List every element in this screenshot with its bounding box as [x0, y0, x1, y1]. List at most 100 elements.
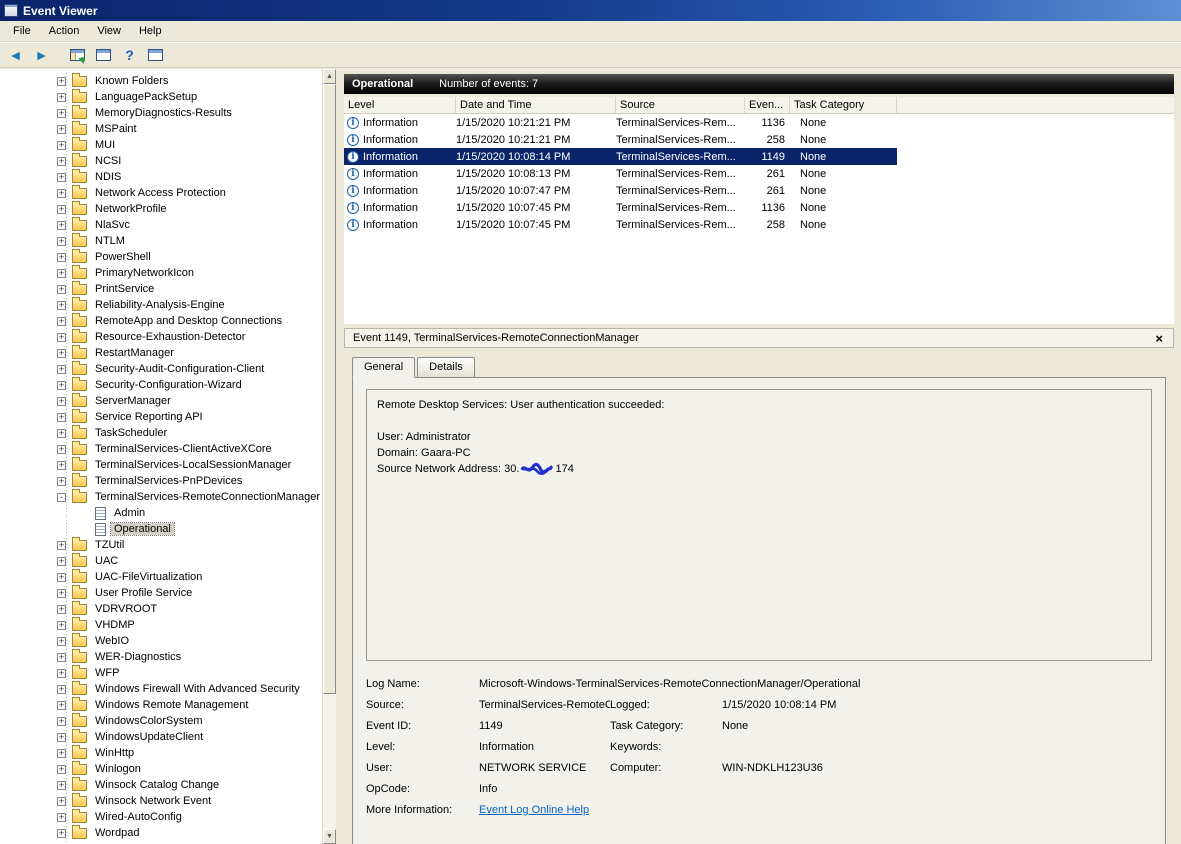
tree-item[interactable]: + PrimaryNetworkIcon	[0, 265, 322, 281]
expand-toggle-icon[interactable]: +	[57, 749, 66, 758]
expand-toggle-icon[interactable]: +	[57, 253, 66, 262]
expand-toggle-icon[interactable]: +	[57, 397, 66, 406]
expand-toggle-icon[interactable]: +	[57, 237, 66, 246]
tree-item[interactable]: + Security-Configuration-Wizard	[0, 377, 322, 393]
tree-item[interactable]: + TerminalServices-LocalSessionManager	[0, 457, 322, 473]
tree-item[interactable]: + Wired-AutoConfig	[0, 809, 322, 825]
tree-item[interactable]: + TerminalServices-PnPDevices	[0, 473, 322, 489]
tree-item[interactable]: + Wordpad	[0, 825, 322, 841]
properties-button[interactable]	[92, 44, 115, 66]
tree-item[interactable]: + PrintService	[0, 281, 322, 297]
expand-toggle-icon[interactable]: +	[57, 637, 66, 646]
tree-item[interactable]: - TerminalServices-RemoteConnectionManag…	[0, 489, 322, 505]
column-header-date[interactable]: Date and Time	[456, 97, 616, 113]
expand-toggle-icon[interactable]: +	[57, 125, 66, 134]
tree-item[interactable]: Admin	[0, 505, 322, 521]
column-header-task-category[interactable]: Task Category	[790, 97, 897, 113]
event-row[interactable]: Information 1/15/2020 10:08:13 PM Termin…	[344, 165, 897, 182]
expand-toggle-icon[interactable]: +	[57, 669, 66, 678]
tab-details[interactable]: Details	[417, 357, 475, 377]
event-log-online-help-link[interactable]: Event Log Online Help	[479, 804, 589, 816]
tree-item[interactable]: + WindowsUpdateClient	[0, 729, 322, 745]
tree-item[interactable]: + Winsock Network Event	[0, 793, 322, 809]
tree-item[interactable]: + RemoteApp and Desktop Connections	[0, 313, 322, 329]
tree-item[interactable]: + Windows Remote Management	[0, 697, 322, 713]
tree-item[interactable]: + UAC-FileVirtualization	[0, 569, 322, 585]
back-button[interactable]: ◄	[4, 44, 27, 66]
scroll-thumb[interactable]	[323, 84, 336, 694]
expand-toggle-icon[interactable]	[80, 525, 89, 534]
expand-toggle-icon[interactable]: +	[57, 333, 66, 342]
expand-toggle-icon[interactable]: +	[57, 189, 66, 198]
tree-item[interactable]: + UAC	[0, 553, 322, 569]
tree-item[interactable]: + Winsock Catalog Change	[0, 777, 322, 793]
tree-item[interactable]: + WFP	[0, 665, 322, 681]
tree-item[interactable]: + ServerManager	[0, 393, 322, 409]
tree-item[interactable]: + WebIO	[0, 633, 322, 649]
expand-toggle-icon[interactable]: +	[57, 381, 66, 390]
expand-toggle-icon[interactable]	[80, 509, 89, 518]
event-row[interactable]: Information 1/15/2020 10:07:45 PM Termin…	[344, 216, 897, 233]
tree-item[interactable]: + LanguagePackSetup	[0, 89, 322, 105]
tree-item[interactable]: + MUI	[0, 137, 322, 153]
expand-toggle-icon[interactable]: +	[57, 461, 66, 470]
tree-item[interactable]: + VDRVROOT	[0, 601, 322, 617]
column-header-level[interactable]: Level	[344, 97, 456, 113]
expand-toggle-icon[interactable]: +	[57, 317, 66, 326]
tree-item[interactable]: + WinHttp	[0, 745, 322, 761]
tree-item[interactable]: + TZUtil	[0, 537, 322, 553]
tree-item[interactable]: + Winlogon	[0, 761, 322, 777]
expand-toggle-icon[interactable]: +	[57, 653, 66, 662]
expand-toggle-icon[interactable]: +	[57, 349, 66, 358]
tree-item[interactable]: + Resource-Exhaustion-Detector	[0, 329, 322, 345]
tree-item[interactable]: + MemoryDiagnostics-Results	[0, 105, 322, 121]
tree-item[interactable]: + VHDMP	[0, 617, 322, 633]
menu-item[interactable]: File	[4, 23, 40, 39]
tree-item[interactable]: + NDIS	[0, 169, 322, 185]
expand-toggle-icon[interactable]: +	[57, 93, 66, 102]
tree-item[interactable]: + WER-Diagnostics	[0, 649, 322, 665]
event-row[interactable]: Information 1/15/2020 10:07:47 PM Termin…	[344, 182, 897, 199]
expand-toggle-icon[interactable]: +	[57, 541, 66, 550]
forward-button[interactable]: ►	[30, 44, 53, 66]
scroll-down-button[interactable]: ▼	[323, 829, 336, 844]
tree-item[interactable]: + NlaSvc	[0, 217, 322, 233]
tree-item[interactable]: + TaskScheduler	[0, 425, 322, 441]
tree-item[interactable]: + User Profile Service	[0, 585, 322, 601]
expand-toggle-icon[interactable]: +	[57, 589, 66, 598]
event-row[interactable]: Information 1/15/2020 10:08:14 PM Termin…	[344, 148, 897, 165]
expand-toggle-icon[interactable]: +	[57, 573, 66, 582]
tree-item[interactable]: + Windows Firewall With Advanced Securit…	[0, 681, 322, 697]
expand-toggle-icon[interactable]: +	[57, 285, 66, 294]
help-button[interactable]: ?	[118, 44, 141, 66]
expand-toggle-icon[interactable]: +	[57, 205, 66, 214]
tree-item[interactable]: + NetworkProfile	[0, 201, 322, 217]
event-row[interactable]: Information 1/15/2020 10:07:45 PM Termin…	[344, 199, 897, 216]
expand-toggle-icon[interactable]: +	[57, 685, 66, 694]
expand-toggle-icon[interactable]: +	[57, 269, 66, 278]
tree-item[interactable]: + TerminalServices-ClientActiveXCore	[0, 441, 322, 457]
close-icon[interactable]: ×	[1153, 332, 1165, 345]
tree-item[interactable]: Operational	[0, 521, 322, 537]
tab-general[interactable]: General	[352, 357, 415, 378]
tree-item[interactable]: + Service Reporting API	[0, 409, 322, 425]
menu-item[interactable]: Action	[40, 23, 89, 39]
expand-toggle-icon[interactable]: +	[57, 557, 66, 566]
expand-toggle-icon[interactable]: +	[57, 797, 66, 806]
tree-item[interactable]: + Known Folders	[0, 73, 322, 89]
expand-toggle-icon[interactable]: +	[57, 109, 66, 118]
tree-item[interactable]: + RestartManager	[0, 345, 322, 361]
expand-toggle-icon[interactable]: +	[57, 301, 66, 310]
expand-toggle-icon[interactable]: +	[57, 829, 66, 838]
expand-toggle-icon[interactable]: +	[57, 173, 66, 182]
show-console-tree-button[interactable]	[66, 44, 89, 66]
expand-toggle-icon[interactable]: +	[57, 221, 66, 230]
expand-toggle-icon[interactable]: +	[57, 813, 66, 822]
expand-toggle-icon[interactable]: +	[57, 733, 66, 742]
expand-toggle-icon[interactable]: +	[57, 445, 66, 454]
expand-toggle-icon[interactable]: +	[57, 621, 66, 630]
scroll-up-button[interactable]: ▲	[323, 69, 336, 84]
menu-item[interactable]: Help	[130, 23, 171, 39]
expand-toggle-icon[interactable]: +	[57, 77, 66, 86]
tree-item[interactable]: + Reliability-Analysis-Engine	[0, 297, 322, 313]
